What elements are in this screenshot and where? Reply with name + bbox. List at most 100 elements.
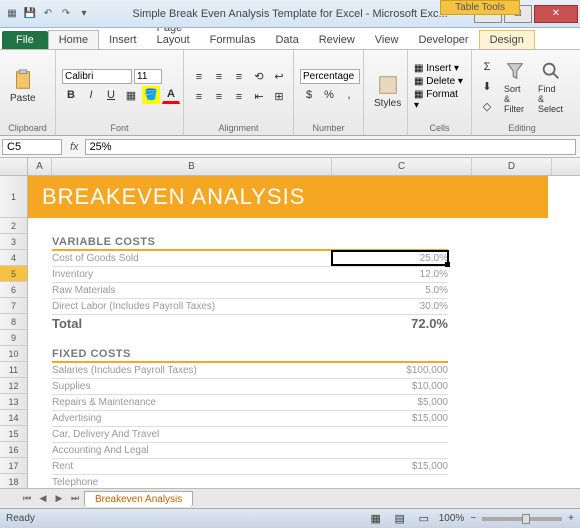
worksheet[interactable]: A B C D 1 2 3 4 5 6 7 8 9 10 11 12 13 14…	[0, 158, 580, 488]
align-bottom-icon[interactable]: ≡	[230, 68, 248, 86]
font-color-button[interactable]: A	[162, 86, 180, 104]
table-row: Telephone	[52, 475, 448, 488]
percent-icon[interactable]: %	[320, 86, 338, 104]
group-cells-label: Cells	[414, 121, 465, 133]
autosum-icon[interactable]: Σ	[478, 58, 496, 76]
table-row: Car, Delivery And Travel	[52, 427, 448, 443]
col-header[interactable]: A	[28, 158, 52, 175]
border-button[interactable]: ▦	[122, 86, 140, 104]
font-size-select[interactable]	[134, 69, 162, 84]
wrap-text-icon[interactable]: ↩	[270, 68, 288, 86]
zoom-level[interactable]: 100%	[439, 513, 465, 524]
delete-cells-button[interactable]: ▦ Delete ▾	[414, 76, 465, 87]
variable-costs-heading: VARIABLE COSTS	[52, 236, 155, 248]
group-number-label: Number	[300, 121, 357, 133]
tab-nav-last-icon[interactable]: ⏭	[68, 493, 82, 504]
row-header[interactable]: 9	[0, 330, 27, 346]
italic-button[interactable]: I	[82, 86, 100, 104]
tab-file[interactable]: File	[2, 31, 48, 49]
select-all-corner[interactable]	[0, 158, 28, 175]
tab-design[interactable]: Design	[479, 30, 535, 49]
row-header[interactable]: 4	[0, 250, 27, 266]
row-header[interactable]: 8	[0, 314, 27, 330]
row-header[interactable]: 14	[0, 410, 27, 426]
sort-filter-button[interactable]: Sort & Filter	[500, 58, 530, 116]
close-button[interactable]: ✕	[534, 5, 578, 23]
align-middle-icon[interactable]: ≡	[210, 68, 228, 86]
insert-cells-button[interactable]: ▦ Insert ▾	[414, 63, 465, 74]
fx-icon[interactable]: fx	[64, 141, 85, 153]
fill-icon[interactable]: ⬇	[478, 78, 496, 96]
fill-color-button[interactable]: 🪣	[142, 86, 160, 104]
merge-icon[interactable]: ⊞	[270, 88, 288, 106]
row-header[interactable]: 7	[0, 298, 27, 314]
currency-icon[interactable]: $	[300, 86, 318, 104]
table-row: Advertising$15,000	[52, 411, 448, 427]
row-header[interactable]: 5	[0, 266, 27, 282]
formula-bar: fx	[0, 136, 580, 158]
table-row: Repairs & Maintenance$5,000	[52, 395, 448, 411]
redo-icon[interactable]: ↷	[58, 6, 74, 22]
col-header[interactable]: C	[332, 158, 472, 175]
col-header[interactable]: D	[472, 158, 552, 175]
view-normal-icon[interactable]: ▦	[367, 510, 385, 528]
group-font-label: Font	[62, 121, 177, 133]
row-header[interactable]: 13	[0, 394, 27, 410]
group-editing-label: Editing	[478, 121, 566, 133]
zoom-out-button[interactable]: −	[470, 513, 476, 524]
table-row: Rent$15,000	[52, 459, 448, 475]
row-header[interactable]: 3	[0, 234, 27, 250]
save-icon[interactable]: 💾	[22, 6, 38, 22]
table-row: Salaries (Includes Payroll Taxes)$100,00…	[52, 363, 448, 379]
row-header[interactable]: 10	[0, 346, 27, 362]
row-header[interactable]: 16	[0, 442, 27, 458]
tab-review[interactable]: Review	[309, 31, 365, 49]
font-name-select[interactable]	[62, 69, 132, 84]
col-header[interactable]: B	[52, 158, 332, 175]
row-header[interactable]: 1	[0, 176, 27, 218]
name-box[interactable]	[2, 139, 62, 155]
group-clipboard-label: Clipboard	[6, 121, 49, 133]
bold-button[interactable]: B	[62, 86, 80, 104]
orientation-icon[interactable]: ⟲	[250, 68, 268, 86]
row-header[interactable]: 15	[0, 426, 27, 442]
qat-dropdown-icon[interactable]: ▾	[76, 6, 92, 22]
underline-button[interactable]: U	[102, 86, 120, 104]
status-bar: Ready ▦ ▤ ▭ 100% − +	[0, 508, 580, 528]
row-header[interactable]: 12	[0, 378, 27, 394]
styles-button[interactable]: Styles	[370, 72, 405, 111]
row-header[interactable]: 18	[0, 474, 27, 488]
find-select-button[interactable]: Find & Select	[534, 58, 567, 116]
format-cells-button[interactable]: ▦ Format ▾	[414, 89, 465, 111]
indent-left-icon[interactable]: ⇤	[250, 88, 268, 106]
paste-button[interactable]: Paste	[6, 67, 40, 106]
comma-icon[interactable]: ,	[340, 86, 358, 104]
row-header[interactable]: 17	[0, 458, 27, 474]
tab-nav-next-icon[interactable]: ▶	[52, 493, 66, 504]
tab-formulas[interactable]: Formulas	[200, 31, 266, 49]
table-tools-label: Table Tools	[440, 0, 520, 15]
tab-developer[interactable]: Developer	[408, 31, 478, 49]
tab-home[interactable]: Home	[48, 30, 99, 49]
align-right-icon[interactable]: ≡	[230, 88, 248, 106]
row-header[interactable]: 2	[0, 218, 27, 234]
tab-insert[interactable]: Insert	[99, 31, 147, 49]
align-left-icon[interactable]: ≡	[190, 88, 208, 106]
sheet-tab[interactable]: Breakeven Analysis	[84, 491, 193, 507]
zoom-in-button[interactable]: +	[568, 513, 574, 524]
status-ready: Ready	[6, 513, 35, 524]
formula-input[interactable]	[85, 139, 576, 155]
align-top-icon[interactable]: ≡	[190, 68, 208, 86]
view-layout-icon[interactable]: ▤	[391, 510, 409, 528]
tab-nav-prev-icon[interactable]: ◀	[36, 493, 50, 504]
tab-nav-first-icon[interactable]: ⏮	[20, 493, 34, 504]
align-center-icon[interactable]: ≡	[210, 88, 228, 106]
number-format-select[interactable]	[300, 69, 360, 84]
view-pagebreak-icon[interactable]: ▭	[415, 510, 433, 528]
tab-data[interactable]: Data	[265, 31, 308, 49]
undo-icon[interactable]: ↶	[40, 6, 56, 22]
row-header[interactable]: 6	[0, 282, 27, 298]
clear-icon[interactable]: ◇	[478, 98, 496, 116]
tab-view[interactable]: View	[365, 31, 409, 49]
row-header[interactable]: 11	[0, 362, 27, 378]
